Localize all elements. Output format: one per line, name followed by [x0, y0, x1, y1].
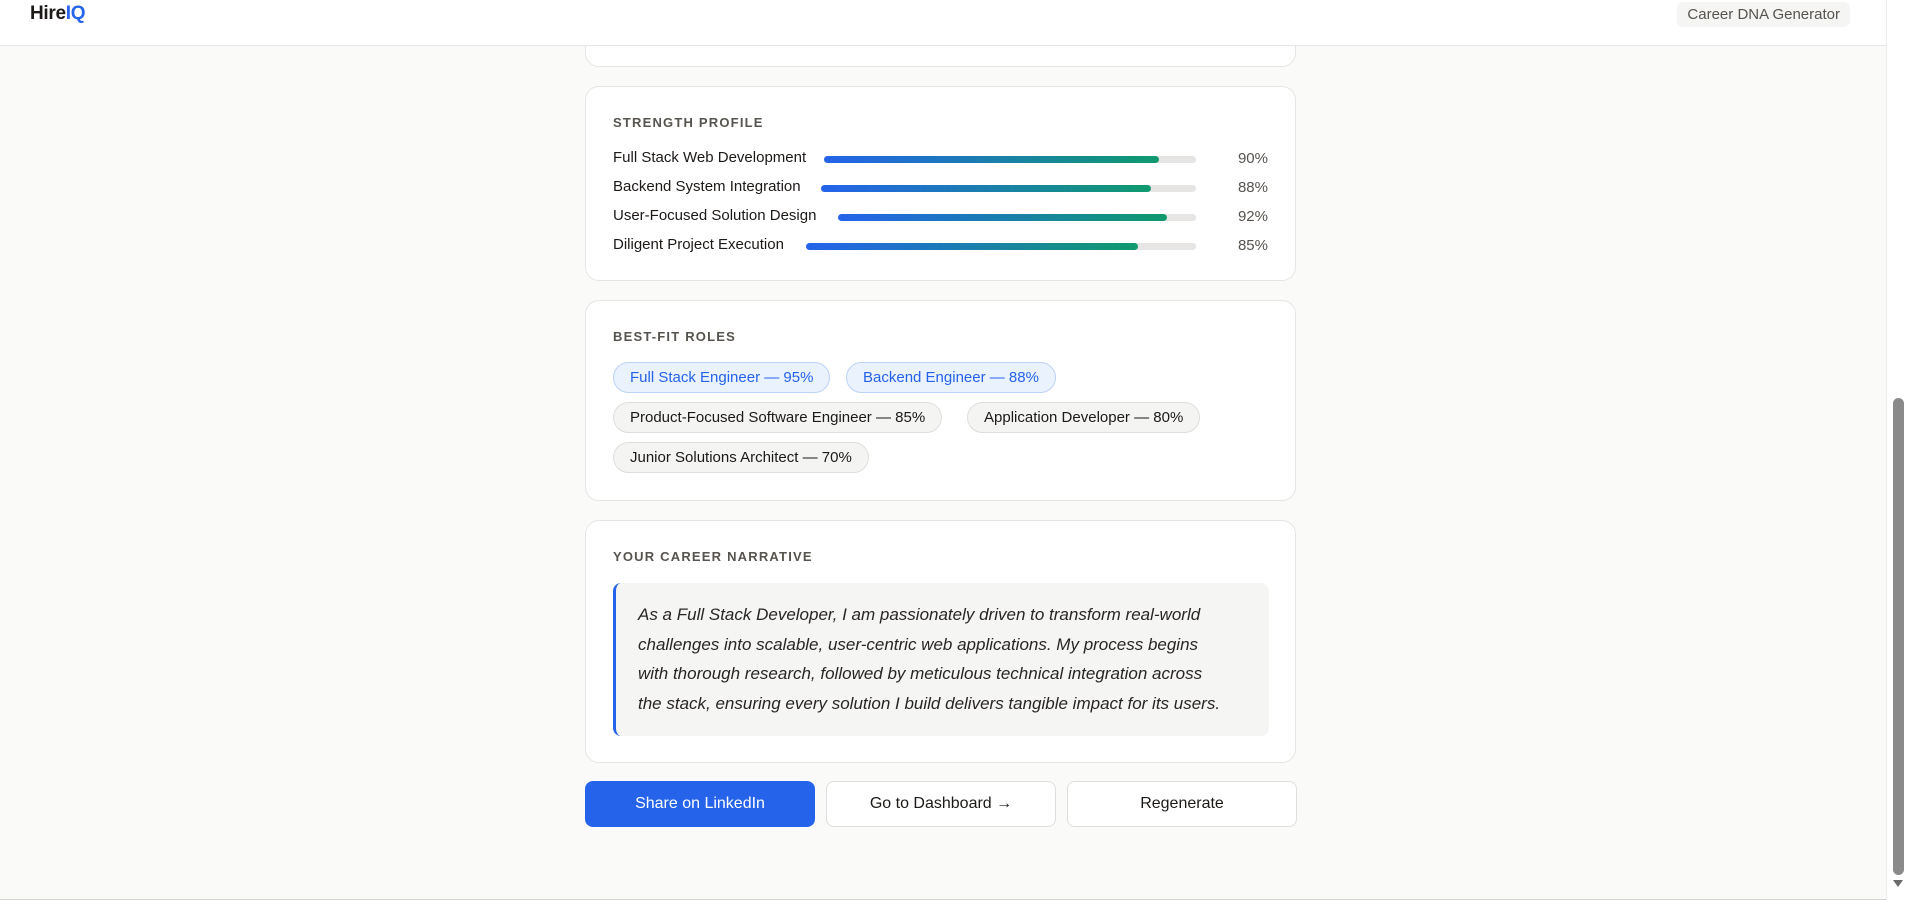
strength-value: 90%: [1237, 150, 1268, 167]
strength-label: Full Stack Web Development: [613, 149, 807, 166]
strength-label: User-Focused Solution Design: [613, 207, 817, 224]
scrollbar[interactable]: [1886, 0, 1907, 900]
scroll-down-arrow-icon[interactable]: [1893, 880, 1903, 887]
strength-bar-track: [821, 185, 1196, 192]
role-chip-product-focused-software-engineer[interactable]: Product-Focused Software Engineer — 85%: [613, 402, 943, 433]
role-chip-junior-solutions-architect[interactable]: Junior Solutions Architect — 70%: [613, 442, 869, 473]
brand-logo[interactable]: HireIQ: [30, 3, 86, 25]
narrative-line: challenges into scalable, user-centric w…: [638, 634, 1199, 654]
strength-label: Backend System Integration: [613, 178, 801, 195]
strength-bar-fill: [824, 156, 1159, 163]
narrative-line: with thorough research, followed by meti…: [638, 664, 1203, 683]
share-linkedin-button[interactable]: Share on LinkedIn: [585, 781, 815, 827]
narrative-line: the stack, ensuring every solution I bui…: [638, 693, 1221, 713]
scrollbar-thumb[interactable]: [1893, 398, 1904, 875]
strength-row: User-Focused Solution Design 92%: [613, 206, 1268, 228]
go-to-dashboard-button[interactable]: Go to Dashboard →: [826, 781, 1056, 827]
strength-label: Diligent Project Execution: [613, 236, 784, 253]
brand-prefix: Hire: [30, 3, 66, 24]
role-chip-application-developer[interactable]: Application Developer — 80%: [967, 402, 1201, 433]
strength-bar-fill: [838, 214, 1168, 221]
page-label-badge: Career DNA Generator: [1677, 2, 1850, 27]
regenerate-button[interactable]: Regenerate: [1067, 781, 1297, 827]
best-fit-roles-title: BEST-FIT ROLES: [613, 329, 736, 344]
strength-bar-fill: [821, 185, 1151, 192]
best-fit-roles-card: BEST-FIT ROLES Full Stack Engineer — 95%…: [585, 300, 1296, 501]
strength-bar-track: [838, 214, 1196, 221]
strength-value: 85%: [1237, 237, 1268, 254]
strength-bar-track: [806, 243, 1196, 250]
strength-bar-fill: [806, 243, 1138, 250]
top-bar: HireIQ Career DNA Generator: [0, 0, 1886, 46]
career-narrative-quote: As a Full Stack Developer, I am passiona…: [613, 583, 1269, 736]
strength-row: Diligent Project Execution 85%: [613, 235, 1268, 257]
strength-bar-track: [824, 156, 1196, 163]
strength-value: 88%: [1237, 179, 1268, 196]
strength-profile-card: STRENGTH PROFILE Full Stack Web Developm…: [585, 86, 1296, 281]
strength-row: Backend System Integration 88%: [613, 177, 1268, 199]
strength-value: 92%: [1237, 208, 1268, 225]
narrative-line: As a Full Stack Developer, I am passiona…: [638, 605, 1201, 624]
role-chip-backend-engineer[interactable]: Backend Engineer — 88%: [846, 362, 1056, 393]
brand-accent: IQ: [65, 3, 86, 24]
career-narrative-title: YOUR CAREER NARRATIVE: [613, 549, 813, 564]
role-chip-full-stack-engineer[interactable]: Full Stack Engineer — 95%: [613, 362, 831, 393]
career-narrative-card: YOUR CAREER NARRATIVE As a Full Stack De…: [585, 520, 1296, 763]
strength-profile-title: STRENGTH PROFILE: [613, 115, 764, 130]
strength-row: Full Stack Web Development 90%: [613, 148, 1268, 170]
